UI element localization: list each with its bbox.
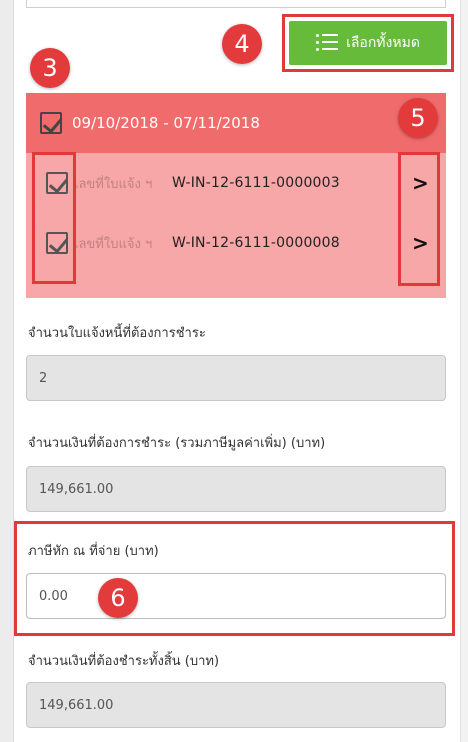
annotation-badge-5: 5	[398, 98, 438, 138]
date-range: 09/10/2018 - 07/11/2018	[72, 114, 260, 132]
select-all-highlight: เลือกทั้งหมด	[282, 14, 454, 72]
invoice-row[interactable]: เลขที่ใบแจ้ง ฯ W-IN-12-6111-0000008 >	[26, 213, 446, 273]
invoice-number: W-IN-12-6111-0000003	[172, 175, 340, 191]
left-edge	[0, 0, 14, 742]
invoice-number: W-IN-12-6111-0000008	[172, 235, 340, 251]
annotation-badge-4: 4	[222, 24, 262, 64]
invoice-label: เลขที่ใบแจ้ง ฯ	[74, 236, 153, 252]
group-checkbox[interactable]	[40, 112, 62, 134]
invoice-group: 09/10/2018 - 07/11/2018 เลขที่ใบแจ้ง ฯ W…	[26, 93, 446, 298]
withholding-tax-input[interactable]: 0.00	[26, 573, 446, 619]
invoice-label: เลขที่ใบแจ้ง ฯ	[74, 176, 153, 192]
previous-card-edge	[26, 0, 446, 8]
invoice-count-field: 2	[26, 355, 446, 401]
withholding-tax-label: ภาษีหัก ณ ที่จ่าย (บาท)	[28, 544, 159, 559]
checkbox-highlight	[32, 152, 76, 284]
invoice-row[interactable]: เลขที่ใบแจ้ง ฯ W-IN-12-6111-0000003 >	[26, 153, 446, 213]
amount-label: จำนวนเงินที่ต้องการชำระ (รวมภาษีมูลค่าเพ…	[28, 436, 326, 451]
list-icon	[316, 32, 339, 54]
chevron-highlight	[398, 152, 440, 286]
amount-field: 149,661.00	[26, 466, 446, 512]
invoice-list: เลขที่ใบแจ้ง ฯ W-IN-12-6111-0000003 > เล…	[26, 153, 446, 298]
total-field: 149,661.00	[26, 682, 446, 728]
invoice-count-label: จำนวนใบแจ้งหนี้ที่ต้องการชำระ	[28, 326, 206, 341]
select-all-label: เลือกทั้งหมด	[346, 35, 420, 51]
select-all-button[interactable]: เลือกทั้งหมด	[289, 21, 447, 65]
annotation-badge-3: 3	[30, 48, 70, 88]
annotation-badge-6: 6	[98, 578, 138, 618]
total-label: จำนวนเงินที่ต้องชำระทั้งสิ้น (บาท)	[28, 654, 220, 669]
invoice-group-header[interactable]: 09/10/2018 - 07/11/2018	[26, 93, 446, 153]
scrollbar[interactable]	[460, 0, 468, 742]
